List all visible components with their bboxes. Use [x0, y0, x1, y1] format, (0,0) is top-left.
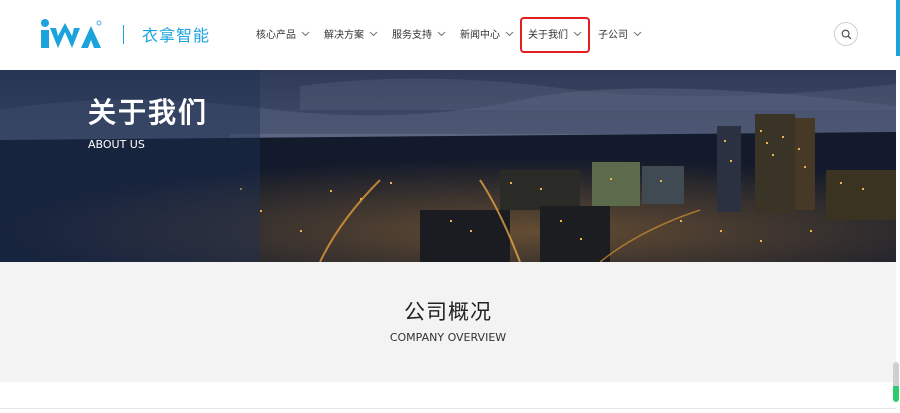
- nav-item-core-products[interactable]: 核心产品: [256, 19, 310, 51]
- nav-label: 核心产品: [256, 30, 296, 41]
- search-icon: [841, 25, 852, 44]
- section-subtitle: COMPANY OVERVIEW: [389, 331, 507, 344]
- scrollbar-track[interactable]: [896, 56, 900, 413]
- chevron-down-icon: [369, 19, 378, 51]
- nav-item-service-support[interactable]: 服务支持: [392, 19, 446, 51]
- nav-label: 子公司: [598, 30, 628, 41]
- chevron-down-icon: [633, 19, 642, 51]
- brand-name: 衣拿智能: [142, 26, 211, 45]
- nav-label: 新闻中心: [460, 30, 500, 41]
- browser-edge-accent: [896, 0, 900, 56]
- nav-item-solutions[interactable]: 解决方案: [324, 19, 378, 51]
- banner-subtitle: ABOUT US: [88, 138, 145, 151]
- nav-item-subsidiaries[interactable]: 子公司: [598, 19, 642, 51]
- nav-label: 解决方案: [324, 30, 364, 41]
- banner-title: 关于我们: [88, 96, 209, 129]
- nav-item-news-center[interactable]: 新闻中心: [460, 19, 514, 51]
- logo-divider: [123, 25, 124, 44]
- nav-label: 服务支持: [392, 30, 432, 41]
- chevron-down-icon: [573, 19, 582, 51]
- nav-item-about-us[interactable]: 关于我们: [519, 17, 591, 53]
- nav-label: 关于我们: [528, 30, 568, 41]
- divider: [0, 408, 896, 409]
- section-title: 公司概况: [404, 300, 492, 324]
- hero-banner: 关于我们 ABOUT US: [0, 70, 896, 262]
- chevron-down-icon: [301, 19, 310, 51]
- chevron-down-icon: [505, 19, 514, 51]
- site-header: 衣拿智能 核心产品 解决方案 服务支持 新闻中心 关于我们 子公司: [0, 0, 896, 70]
- scrollbar-thumb[interactable]: [893, 362, 899, 402]
- search-button[interactable]: [834, 22, 858, 46]
- chevron-down-icon: [437, 19, 446, 51]
- company-overview-section: 公司概况 COMPANY OVERVIEW: [0, 262, 896, 382]
- logo[interactable]: [38, 18, 104, 52]
